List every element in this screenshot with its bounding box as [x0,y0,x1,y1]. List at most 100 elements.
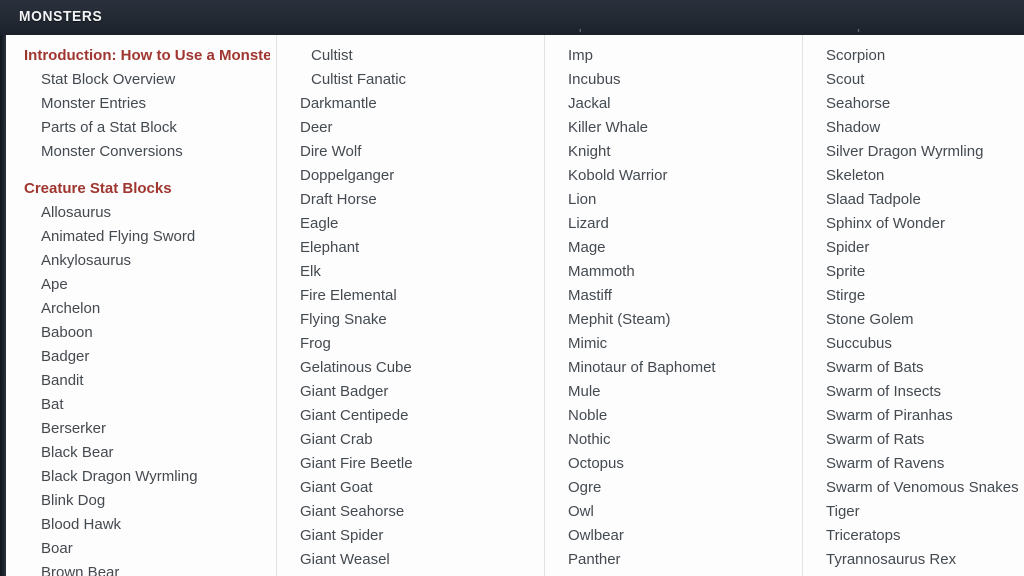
list-item[interactable]: Elephant [294,236,538,260]
scroll-bleed: Introduction: How to Use a Monster Cultis… [0,29,1024,35]
list-item[interactable]: Deer [294,116,538,140]
list-item[interactable]: Bat [24,393,270,417]
list-item[interactable]: Giant Spider [294,524,538,548]
list-item[interactable]: Noble [562,404,796,428]
list-item[interactable]: Silver Dragon Wyrmling [820,140,1018,164]
list-item[interactable]: Mimic [562,332,796,356]
list-item[interactable]: Swarm of Bats [820,356,1018,380]
list-item[interactable]: Blink Dog [24,489,270,513]
list-item[interactable]: Brown Bear [24,561,270,576]
list-item[interactable]: Ape [24,273,270,297]
list-item[interactable]: Bandit [24,369,270,393]
list-item[interactable]: Succubus [820,332,1018,356]
list-item[interactable]: Eagle [294,212,538,236]
list-item[interactable]: Ogre [562,476,796,500]
list-item[interactable]: Jackal [562,92,796,116]
list-item[interactable]: Monster Entries [24,92,270,116]
list-item[interactable]: Giant Goat [294,476,538,500]
list-item[interactable]: Minotaur of Baphomet [562,356,796,380]
list-item[interactable]: Baboon [24,321,270,345]
list-item[interactable]: Giant Badger [294,380,538,404]
list-item[interactable]: Cultist [294,44,538,68]
list-item[interactable]: Swarm of Piranhas [820,404,1018,428]
list-item[interactable]: Sprite [820,260,1018,284]
list-item[interactable]: Shadow [820,116,1018,140]
list-item[interactable]: Tiger [820,500,1018,524]
list-item[interactable]: Gelatinous Cube [294,356,538,380]
list-item[interactable]: Cultist Fanatic [294,68,538,92]
list-item[interactable]: Mephit (Steam) [562,308,796,332]
list-item[interactable]: Boar [24,537,270,561]
list-item[interactable]: Panther [562,548,796,572]
list-item[interactable]: Stirge [820,284,1018,308]
list-item[interactable]: Frog [294,332,538,356]
list-item[interactable]: Killer Whale [562,116,796,140]
list-item[interactable]: Mammoth [562,260,796,284]
section-heading[interactable]: Creature Stat Blocks [24,177,270,201]
list-item[interactable]: Incubus [562,68,796,92]
list-item[interactable]: Giant Fire Beetle [294,452,538,476]
page-titlebar: Introduction: How to Use a Monster Cultis… [0,0,1024,35]
list-item[interactable]: Swarm of Rats [820,428,1018,452]
list-item[interactable]: Swarm of Insects [820,380,1018,404]
list-item[interactable]: Black Dragon Wyrmling [24,465,270,489]
list-item[interactable]: Giant Centipede [294,404,538,428]
list-item[interactable]: Slaad Tadpole [820,188,1018,212]
list-item[interactable]: Giant Weasel [294,548,538,572]
column-4: Scorpion Scout Seahorse Shadow Silver Dragon… [802,33,1024,576]
list-item[interactable]: Elk [294,260,538,284]
list-item[interactable]: Stone Golem [820,308,1018,332]
list-item[interactable]: Black Bear [24,441,270,465]
list-item[interactable]: Mule [562,380,796,404]
list-item[interactable]: Stat Block Overview [24,68,270,92]
list-item[interactable]: Badger [24,345,270,369]
list-item[interactable]: Berserker [24,417,270,441]
list-item[interactable]: Doppelganger [294,164,538,188]
list-item[interactable]: Darkmantle [294,92,538,116]
list-item[interactable]: Spider [820,236,1018,260]
list-item[interactable]: Flying Snake [294,308,538,332]
page-title: MONSTERS [19,8,103,25]
list-item[interactable]: Skeleton [820,164,1018,188]
list-item[interactable]: Archelon [24,297,270,321]
column-2: Cultist Cultist Fanatic Darkmantle Deer Dire… [276,33,544,576]
list-item[interactable]: Owl [562,500,796,524]
column-3: Imp Incubus Jackal Killer Whale Knight Kobold… [544,33,802,576]
list-item[interactable]: Scorpion [820,44,1018,68]
list-item[interactable]: Nothic [562,428,796,452]
list-item[interactable]: Ankylosaurus [24,249,270,273]
list-item[interactable]: Sphinx of Wonder [820,212,1018,236]
list-item[interactable]: Imp [562,44,796,68]
list-item[interactable]: Octopus [562,452,796,476]
index-columns: Introduction: How to Use a Monster Stat B… [6,33,1024,576]
list-item[interactable]: Blood Hawk [24,513,270,537]
list-item[interactable]: Mastiff [562,284,796,308]
list-item[interactable]: Triceratops [820,524,1018,548]
list-item[interactable]: Mage [562,236,796,260]
list-item[interactable]: Tyrannosaurus Rex [820,548,1018,572]
list-item[interactable]: Draft Horse [294,188,538,212]
list-item[interactable]: Allosaurus [24,201,270,225]
list-item[interactable]: Owlbear [562,524,796,548]
left-gutter [0,0,6,576]
list-item[interactable]: Parts of a Stat Block [24,116,270,140]
bleed-ghost-text: Imp [562,29,587,33]
section-heading[interactable]: Introduction: How to Use a Monster [24,44,270,68]
bleed-ghost-text: Cultist [303,29,345,33]
list-item[interactable]: Animated Flying Sword [24,225,270,249]
list-item[interactable]: Lizard [562,212,796,236]
list-item[interactable]: Lion [562,188,796,212]
list-item[interactable]: Swarm of Venomous Snakes [820,476,1018,500]
list-item[interactable]: Dire Wolf [294,140,538,164]
list-item[interactable]: Seahorse [820,92,1018,116]
list-item[interactable]: Swarm of Ravens [820,452,1018,476]
column-1: Introduction: How to Use a Monster Stat B… [6,44,276,576]
list-item[interactable]: Monster Conversions [24,140,270,164]
list-item[interactable]: Giant Seahorse [294,500,538,524]
list-item[interactable]: Scout [820,68,1018,92]
list-item[interactable]: Giant Crab [294,428,538,452]
list-item[interactable]: Fire Elemental [294,284,538,308]
list-item[interactable]: Kobold Warrior [562,164,796,188]
list-item[interactable]: Knight [562,140,796,164]
